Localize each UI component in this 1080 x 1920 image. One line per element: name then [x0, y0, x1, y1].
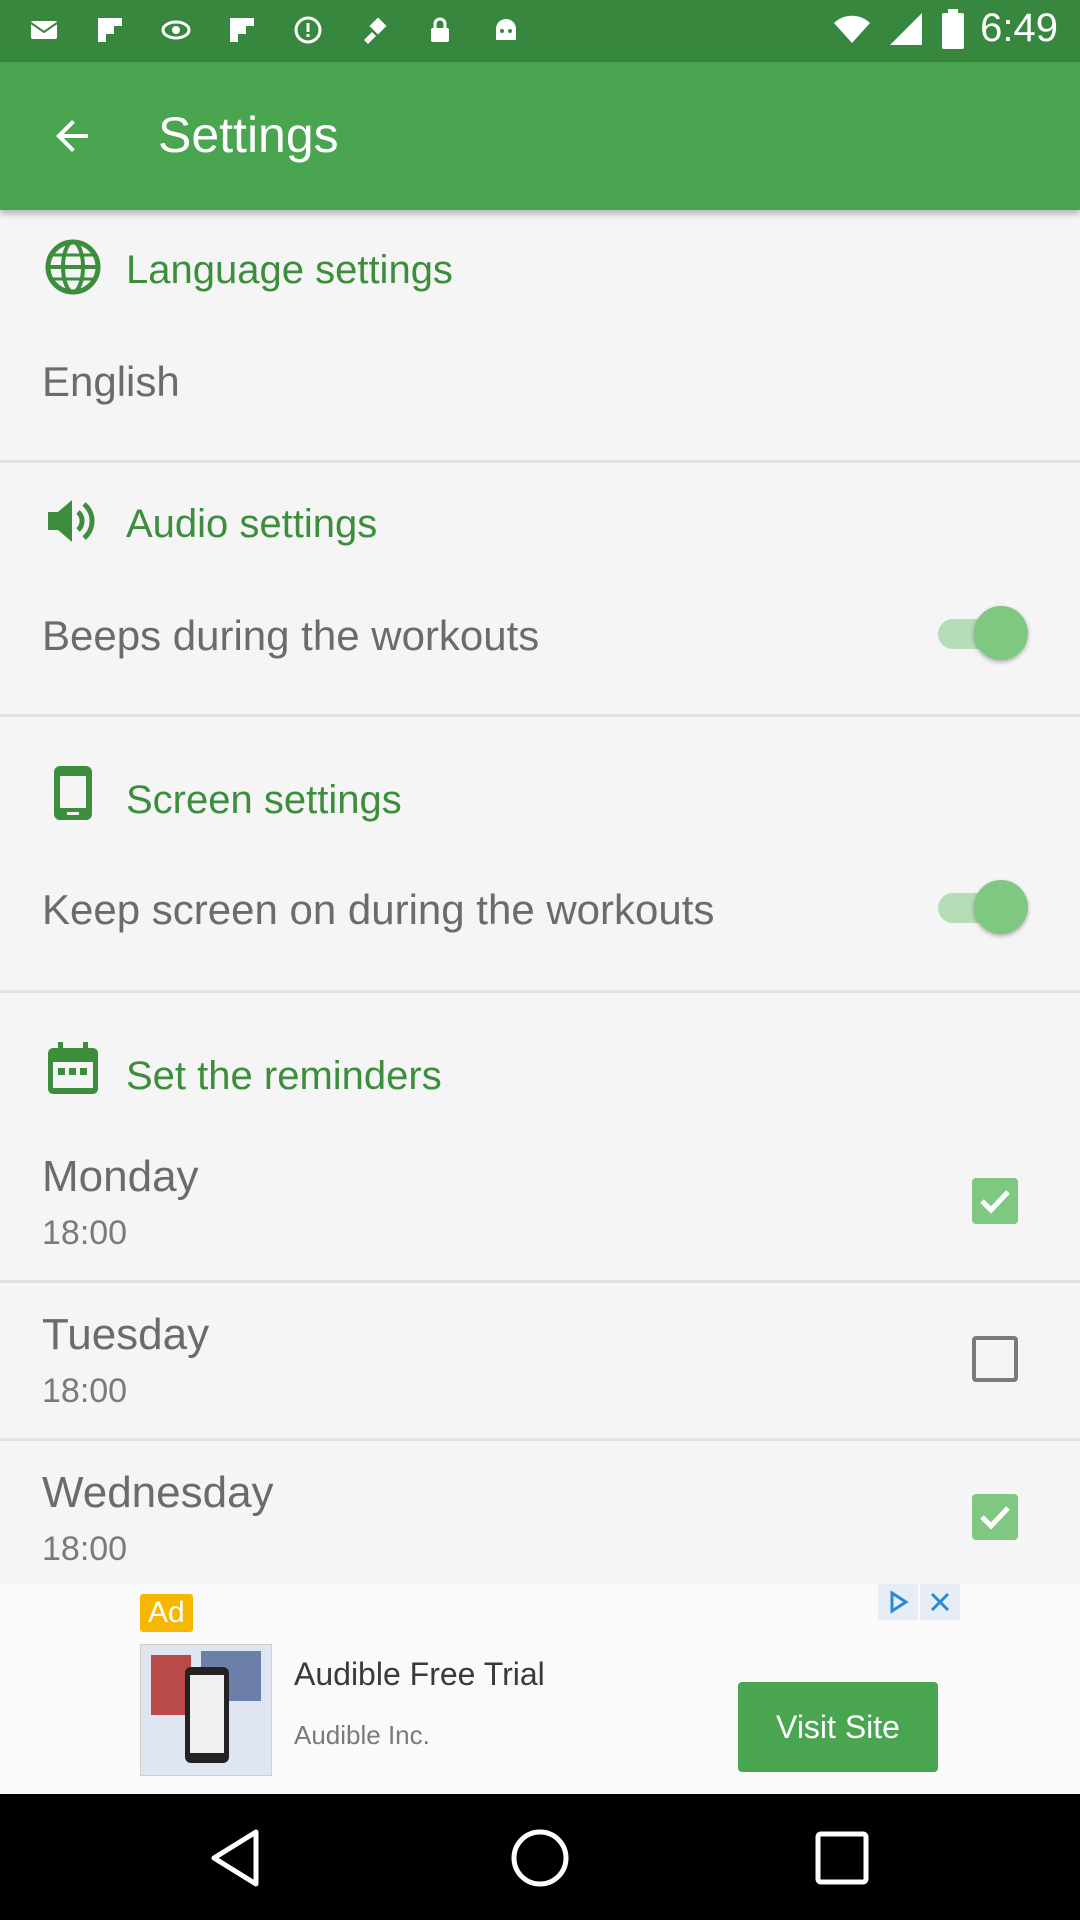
globe-icon: [45, 239, 101, 295]
status-bar: 6:49: [0, 0, 1080, 62]
reminders-section-header: Set the reminders: [0, 1018, 1080, 1128]
divider: [0, 1280, 1080, 1283]
signal-icon: [890, 12, 923, 45]
clock: 6:49: [980, 6, 1058, 50]
back-triangle-icon[interactable]: [204, 1824, 272, 1892]
close-icon: [930, 1592, 950, 1612]
battery-icon: [942, 8, 965, 49]
ad-thumbnail[interactable]: [140, 1644, 272, 1776]
day-time: 18:00: [42, 1214, 128, 1252]
ad-close-button[interactable]: [920, 1584, 960, 1620]
message-icon: [30, 21, 58, 39]
toggle-thumb: [974, 606, 1028, 660]
day-time: 18:00: [42, 1372, 128, 1410]
visit-site-button[interactable]: Visit Site: [738, 1682, 938, 1772]
beeps-option-label: Beeps during the workouts: [42, 612, 540, 659]
lock-icon: [431, 17, 449, 42]
flipboard-icon: [98, 18, 122, 42]
language-value[interactable]: English: [42, 358, 180, 406]
language-section-title: Language settings: [126, 248, 453, 292]
phone-icon: [54, 766, 92, 820]
ad-advertiser: Audible Inc.: [294, 1720, 430, 1750]
wednesday-checkbox[interactable]: [972, 1494, 1018, 1540]
check-icon: [980, 1506, 1010, 1530]
status-icons-left: [28, 14, 522, 46]
arrow-back-icon: [56, 120, 88, 152]
tuesday-checkbox[interactable]: [972, 1336, 1018, 1382]
audio-section-title: Audio settings: [126, 502, 378, 546]
status-icons-right: 6:49: [832, 6, 1058, 51]
divider: [0, 714, 1080, 717]
app-bar: Settings: [0, 62, 1080, 210]
speaker-icon: [48, 500, 95, 542]
beeps-toggle[interactable]: [938, 606, 1030, 662]
language-section-header: Language settings: [0, 212, 1080, 322]
ad-banner[interactable]: Ad Audible Free Trial Audible Inc. Visit…: [0, 1584, 1080, 1794]
home-circle-icon[interactable]: [506, 1824, 574, 1892]
fake-gps-icon: [364, 17, 387, 44]
check-icon: [980, 1190, 1010, 1214]
divider: [0, 1438, 1080, 1441]
adchoices-icon: [890, 1590, 909, 1614]
adchoices-button[interactable]: [878, 1584, 918, 1620]
ad-image: [141, 1645, 271, 1775]
divider: [0, 460, 1080, 463]
alert-icon: [294, 16, 322, 44]
audio-section-header: Audio settings: [0, 466, 1080, 576]
settings-screen: 6:49 Settings Language settings English: [0, 0, 1080, 1920]
toggle-thumb: [974, 880, 1028, 934]
reminders-section-title: Set the reminders: [126, 1054, 442, 1098]
page-title: Settings: [158, 107, 339, 163]
day-name: Wednesday: [42, 1468, 274, 1517]
back-button[interactable]: [40, 104, 104, 168]
eye-icon: [161, 20, 191, 40]
divider: [0, 990, 1080, 993]
screen-section-header: Screen settings: [0, 742, 1080, 852]
monday-checkbox[interactable]: [972, 1178, 1018, 1224]
android-icon: [496, 19, 516, 40]
ad-badge: Ad: [140, 1594, 193, 1632]
day-name: Tuesday: [42, 1310, 210, 1359]
keep-screen-option-label: Keep screen on during the workouts: [42, 886, 715, 933]
calendar-icon: [48, 1042, 98, 1094]
recents-square-icon[interactable]: [808, 1824, 876, 1892]
ad-title[interactable]: Audible Free Trial: [294, 1656, 545, 1693]
keep-screen-toggle[interactable]: [938, 880, 1030, 936]
day-name: Monday: [42, 1152, 199, 1201]
system-nav-bar: [0, 1794, 1080, 1920]
wifi-icon: [834, 15, 871, 43]
screen-section-title: Screen settings: [126, 778, 402, 822]
day-time: 18:00: [42, 1530, 128, 1568]
flipboard-icon: [230, 18, 254, 42]
